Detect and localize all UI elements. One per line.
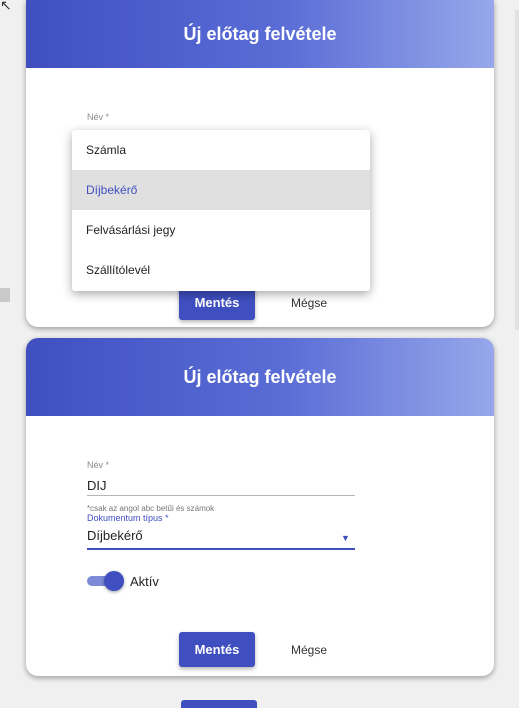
active-toggle-label: Aktív (130, 574, 159, 589)
name-field-label: Név * (87, 112, 110, 122)
document-type-label: Dokumentum típus * (87, 513, 169, 523)
dropdown-option[interactable]: Számla (72, 130, 370, 170)
dialog-header: Új előtag felvétele (26, 0, 494, 68)
save-button-partial[interactable] (181, 700, 257, 708)
dialog-title: Új előtag felvétele (183, 366, 337, 387)
back-arrow-icon[interactable]: ↖ (0, 0, 12, 12)
dropdown-option[interactable]: Díjbekérő (72, 170, 370, 210)
save-button[interactable]: Mentés (179, 632, 255, 667)
chevron-down-icon[interactable]: ▼ (341, 533, 350, 543)
document-type-select[interactable]: Díjbekérő (87, 528, 143, 543)
background-fragment (515, 10, 519, 330)
name-field-label: Név * (87, 460, 110, 470)
name-field-input[interactable]: DIJ (87, 478, 107, 493)
dialog-header: Új előtag felvétele (26, 338, 494, 416)
dropdown-option[interactable]: Felvásárlási jegy (72, 210, 370, 250)
cancel-button[interactable]: Mégse (274, 632, 344, 667)
name-field-hint: *csak az angol abc betűi és számok (87, 504, 215, 513)
document-type-underline (87, 548, 355, 550)
new-prefix-dialog: Új előtag felvétele Név * DIJ *csak az a… (26, 338, 494, 676)
dropdown-option[interactable]: Szállítólevél (72, 250, 370, 290)
name-field-underline (87, 495, 355, 496)
background-fragment (0, 288, 10, 302)
document-type-dropdown-menu: Számla Díjbekérő Felvásárlási jegy Szállító… (72, 130, 370, 291)
toggle-knob (104, 571, 124, 591)
dialog-title: Új előtag felvétele (183, 23, 337, 44)
active-toggle[interactable] (87, 571, 125, 591)
